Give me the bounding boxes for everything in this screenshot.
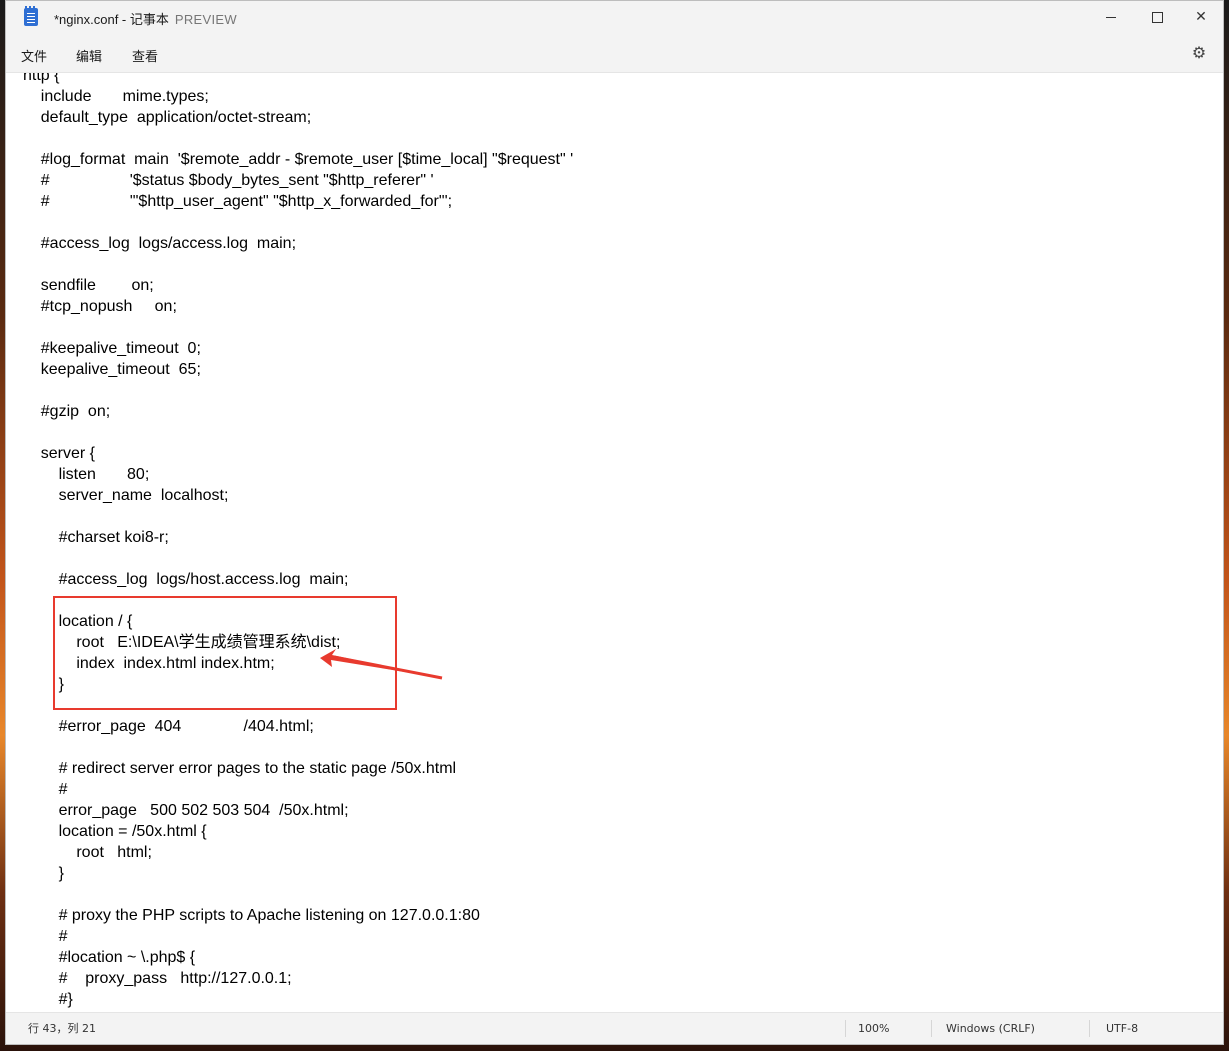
zoom-level[interactable]: 100%	[858, 1013, 889, 1044]
code-line: #gzip on;	[23, 403, 111, 420]
code-line: listen 80;	[23, 466, 150, 483]
code-line: #charset koi8-r;	[23, 529, 169, 546]
notepad-window: *nginx.conf - 记事本 PREVIEW ✕ 文件 编辑 查看 ⚙ #}…	[5, 0, 1224, 1045]
close-button[interactable]: ✕	[1178, 1, 1223, 33]
code-line: server {	[23, 445, 96, 462]
code-line: #	[23, 928, 68, 945]
vertical-scrollbar[interactable]	[1217, 73, 1223, 1015]
maximize-icon	[1151, 11, 1163, 23]
code-line: #error_page 404 /404.html;	[23, 718, 314, 735]
code-line: keepalive_timeout 65;	[23, 361, 201, 378]
code-line: error_page 500 502 503 504 /50x.html;	[23, 802, 349, 819]
code-line: # redirect server error pages to the sta…	[23, 760, 457, 777]
code-line: include mime.types;	[23, 88, 209, 105]
maximize-button[interactable]	[1134, 1, 1180, 33]
line-ending[interactable]: Windows (CRLF)	[946, 1013, 1035, 1044]
status-divider	[1089, 1020, 1090, 1037]
code-line: #access_log logs/host.access.log main;	[23, 571, 349, 588]
cursor-position: 行 43，列 21	[28, 1022, 96, 1035]
gear-icon[interactable]: ⚙	[1190, 44, 1208, 62]
code-line: #location ~ \.php$ {	[23, 949, 196, 966]
minimize-button[interactable]	[1088, 1, 1134, 33]
annotation-arrow	[320, 649, 443, 680]
code-line: # proxy the PHP scripts to Apache listen…	[23, 907, 480, 924]
code-line: # '$status $body_bytes_sent "$http_refer…	[23, 172, 434, 189]
code-line: #access_log logs/access.log main;	[23, 235, 297, 252]
menu-edit[interactable]: 编辑	[76, 46, 102, 65]
code-line: #}	[23, 991, 73, 1008]
code-line: http {	[23, 72, 60, 84]
notepad-icon	[24, 6, 38, 26]
code-line: # proxy_pass http://127.0.0.1;	[23, 970, 292, 987]
text-editor[interactable]: #} # proxy_pass http://127.0.0.1; #locat…	[6, 72, 1223, 1015]
menu-file[interactable]: 文件	[21, 46, 47, 65]
code-line: default_type application/octet-stream;	[23, 109, 312, 126]
code-line: #keepalive_timeout 0;	[23, 340, 201, 357]
document-title: *nginx.conf - 记事本	[54, 12, 169, 27]
menu-view[interactable]: 查看	[132, 46, 158, 65]
code-line: #tcp_nopush on;	[23, 298, 177, 315]
close-icon: ✕	[1195, 9, 1207, 25]
code-line: #log_format main '$remote_addr - $remote…	[23, 151, 574, 168]
code-line: root html;	[23, 844, 152, 861]
code-line: location = /50x.html {	[23, 823, 207, 840]
status-divider	[845, 1020, 846, 1037]
menu-bar: 文件 编辑 查看	[6, 35, 1223, 72]
annotation-highlight-box	[53, 596, 397, 710]
status-divider	[931, 1020, 932, 1037]
code-line: }	[23, 865, 64, 882]
preview-label: PREVIEW	[174, 12, 237, 27]
code-line: #	[23, 781, 68, 798]
code-line: server_name localhost;	[23, 487, 229, 504]
code-line: sendfile on;	[23, 277, 154, 294]
title-bar[interactable]: *nginx.conf - 记事本 PREVIEW ✕	[6, 1, 1223, 35]
status-bar: 行 43，列 21 100% Windows (CRLF) UTF-8	[6, 1012, 1223, 1044]
encoding[interactable]: UTF-8	[1106, 1013, 1138, 1044]
code-line: # '"$http_user_agent" "$http_x_forwarded…	[23, 193, 453, 210]
minimize-icon	[1106, 16, 1116, 18]
window-title: *nginx.conf - 记事本 PREVIEW	[54, 9, 237, 28]
